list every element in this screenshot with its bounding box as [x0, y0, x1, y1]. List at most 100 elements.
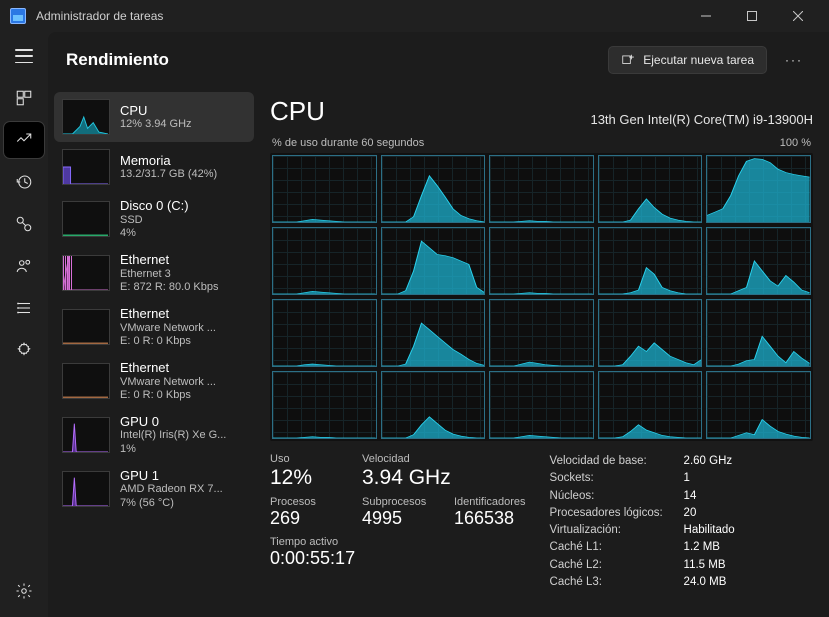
- nav-rail: [0, 32, 48, 617]
- nav-hamburger[interactable]: [4, 38, 44, 74]
- nav-services[interactable]: [4, 332, 44, 368]
- core-chart-14: [706, 299, 811, 367]
- handles-value: 166538: [454, 508, 526, 530]
- nav-performance[interactable]: [4, 122, 44, 158]
- performance-sidebar: CPU12% 3.94 GHzMemoria13.2/31.7 GB (42%)…: [48, 88, 260, 617]
- core-chart-12: [489, 299, 594, 367]
- sidebar-item-title: GPU 1: [120, 468, 223, 484]
- sidebar-item-sub2: E: 0 R: 0 Kbps: [120, 389, 216, 402]
- processes-label: Procesos: [270, 496, 340, 508]
- sidebar-thumb: [62, 471, 110, 507]
- cores-value: 14: [684, 488, 697, 505]
- uptime-value: 0:00:55:17: [270, 548, 526, 570]
- sidebar-item-eth-4[interactable]: EthernetVMware Network ...E: 0 R: 0 Kbps: [54, 300, 254, 354]
- minimize-button[interactable]: [683, 0, 729, 32]
- cpu-title: CPU: [270, 96, 325, 127]
- nav-processes[interactable]: [4, 80, 44, 116]
- speed-value: 3.94 GHz: [362, 465, 451, 490]
- nav-startup[interactable]: [4, 206, 44, 242]
- sidebar-item-title: GPU 0: [120, 414, 226, 430]
- sidebar-item-sub: SSD: [120, 214, 189, 227]
- sidebar-item-sub2: E: 872 R: 80.0 Kbps: [120, 281, 218, 294]
- base-speed-label: Velocidad de base:: [550, 453, 678, 470]
- uptime-label: Tiempo activo: [270, 536, 526, 548]
- sidebar-item-title: Ethernet: [120, 252, 218, 268]
- sidebar-item-title: Memoria: [120, 153, 217, 169]
- l3-label: Caché L3:: [550, 574, 678, 591]
- page-header: Rendimiento Ejecutar nueva tarea ···: [48, 32, 829, 88]
- core-chart-2: [489, 155, 594, 223]
- core-chart-16: [381, 371, 486, 439]
- l3-value: 24.0 MB: [684, 574, 727, 591]
- processes-value: 269: [270, 508, 340, 530]
- window-title: Administrador de tareas: [36, 9, 163, 23]
- sidebar-thumb: [62, 149, 110, 185]
- sidebar-item-sub: 12% 3.94 GHz: [120, 118, 192, 131]
- virt-value: Habilitado: [684, 522, 735, 539]
- l1-label: Caché L1:: [550, 539, 678, 556]
- graph-caption-right: 100 %: [780, 137, 811, 149]
- more-button[interactable]: ···: [777, 45, 811, 75]
- core-chart-17: [489, 371, 594, 439]
- sidebar-item-mem-1[interactable]: Memoria13.2/31.7 GB (42%): [54, 142, 254, 192]
- l1-value: 1.2 MB: [684, 539, 720, 556]
- sidebar-item-sub: Ethernet 3: [120, 268, 218, 281]
- cores-label: Núcleos:: [550, 488, 678, 505]
- usage-value: 12%: [270, 465, 340, 490]
- sidebar-item-title: Ethernet: [120, 360, 216, 376]
- nav-users[interactable]: [4, 248, 44, 284]
- nav-history[interactable]: [4, 164, 44, 200]
- core-chart-1: [381, 155, 486, 223]
- close-button[interactable]: [775, 0, 821, 32]
- page-title: Rendimiento: [66, 50, 169, 70]
- sidebar-item-eth_main-3[interactable]: EthernetEthernet 3E: 872 R: 80.0 Kbps: [54, 246, 254, 300]
- l2-value: 11.5 MB: [684, 557, 726, 574]
- sidebar-item-title: Ethernet: [120, 306, 216, 322]
- core-chart-0: [272, 155, 377, 223]
- run-task-label: Ejecutar nueva tarea: [643, 53, 754, 67]
- sidebar-thumb: [62, 255, 110, 291]
- core-grid[interactable]: [270, 153, 813, 441]
- handles-label: Identificadores: [454, 496, 526, 508]
- core-chart-8: [598, 227, 703, 295]
- speed-label: Velocidad: [362, 453, 451, 465]
- sidebar-item-sub: 13.2/31.7 GB (42%): [120, 168, 217, 181]
- sockets-value: 1: [684, 470, 690, 487]
- sockets-label: Sockets:: [550, 470, 678, 487]
- core-chart-19: [706, 371, 811, 439]
- sidebar-item-sub2: 1%: [120, 443, 226, 456]
- sidebar-thumb: [62, 417, 110, 453]
- sidebar-item-disk-2[interactable]: Disco 0 (C:)SSD4%: [54, 192, 254, 246]
- usage-label: Uso: [270, 453, 340, 465]
- threads-label: Subprocesos: [362, 496, 432, 508]
- l2-label: Caché L2:: [550, 557, 678, 574]
- sidebar-thumb: [62, 363, 110, 399]
- sidebar-item-gpu-7[interactable]: GPU 1AMD Radeon RX 7...7% (56 °C): [54, 462, 254, 516]
- nav-details[interactable]: [4, 290, 44, 326]
- run-task-button[interactable]: Ejecutar nueva tarea: [608, 46, 767, 74]
- threads-value: 4995: [362, 508, 432, 530]
- sidebar-item-title: CPU: [120, 103, 192, 119]
- sidebar-item-cpu-0[interactable]: CPU12% 3.94 GHz: [54, 92, 254, 142]
- maximize-button[interactable]: [729, 0, 775, 32]
- core-chart-10: [272, 299, 377, 367]
- core-chart-11: [381, 299, 486, 367]
- cpu-model: 13th Gen Intel(R) Core(TM) i9-13900H: [590, 112, 813, 127]
- virt-label: Virtualización:: [550, 522, 678, 539]
- sidebar-item-eth-5[interactable]: EthernetVMware Network ...E: 0 R: 0 Kbps: [54, 354, 254, 408]
- nav-settings[interactable]: [4, 573, 44, 609]
- sidebar-thumb: [62, 99, 110, 135]
- sidebar-item-sub: VMware Network ...: [120, 322, 216, 335]
- cpu-details: Velocidad de base: 2.60 GHz Sockets: 1 Núc…: [550, 453, 813, 591]
- core-chart-5: [272, 227, 377, 295]
- run-task-icon: [621, 53, 635, 67]
- base-speed-value: 2.60 GHz: [684, 453, 733, 470]
- cpu-panel: CPU 13th Gen Intel(R) Core(TM) i9-13900H…: [260, 88, 829, 617]
- logical-label: Procesadores lógicos:: [550, 505, 678, 522]
- sidebar-item-sub: Intel(R) Iris(R) Xe G...: [120, 429, 226, 442]
- core-chart-9: [706, 227, 811, 295]
- sidebar-item-title: Disco 0 (C:): [120, 198, 189, 214]
- sidebar-item-gpu-6[interactable]: GPU 0Intel(R) Iris(R) Xe G...1%: [54, 408, 254, 462]
- sidebar-item-sub: VMware Network ...: [120, 376, 216, 389]
- titlebar: Administrador de tareas: [0, 0, 829, 32]
